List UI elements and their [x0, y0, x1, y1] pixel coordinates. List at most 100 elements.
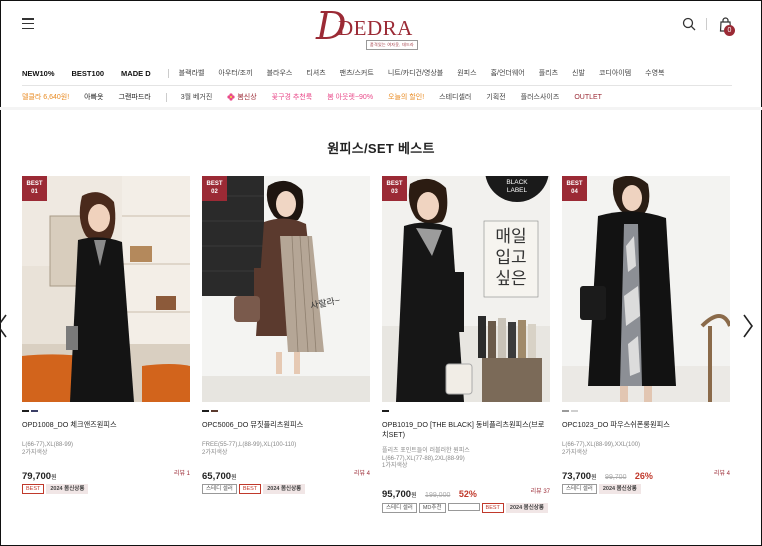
- discount-rate: 26%: [634, 471, 653, 481]
- price-value: 95,700: [382, 489, 412, 500]
- product-name[interactable]: OPC1023_DO 파우스쉬폰롱원피스: [562, 420, 730, 430]
- product-name[interactable]: OPB1019_DO [THE BLACK] 동비플리츠원피스(브로치SET): [382, 420, 550, 440]
- color-swatch[interactable]: [31, 410, 38, 412]
- review-count[interactable]: 리뷰 4: [354, 468, 370, 477]
- product-price: 65,700원: [202, 471, 237, 482]
- nav-category[interactable]: 니트/카디건/영상블: [388, 68, 443, 78]
- section-title: 원피스/SET 베스트: [327, 141, 435, 156]
- product-image[interactable]: BEST 02 사랄라~: [202, 176, 370, 402]
- color-count: 2가지색상: [202, 449, 228, 456]
- review-count[interactable]: 리뷰 4: [714, 468, 730, 477]
- product-photo: [382, 176, 550, 402]
- product-price: 79,700원: [22, 471, 57, 482]
- original-price: 99,700: [605, 474, 627, 481]
- overlay-text: 매일 입고 싶은: [485, 226, 537, 289]
- color-count: 1가지색상: [382, 463, 408, 469]
- tag-blank: [447, 503, 480, 511]
- product-name[interactable]: OPD1008_DO 체크앤즈원피스: [22, 420, 190, 430]
- product-photo: [562, 176, 730, 402]
- price-row: 95,700원 199,000 52% 리뷰 37: [382, 484, 550, 500]
- color-swatch[interactable]: [22, 410, 29, 412]
- product-card[interactable]: BEST 02 사랄라~ OPC5006_DO 뮤짓플리츠원피스 FREE(55…: [202, 176, 370, 494]
- menu-icon[interactable]: [22, 18, 34, 30]
- subnav-spring-new-label: 봄신상: [237, 94, 257, 101]
- color-count: 2가지색상: [22, 449, 48, 456]
- color-swatch[interactable]: [562, 410, 569, 412]
- discount-rate: 52%: [458, 489, 477, 499]
- nav-category[interactable]: 신발: [572, 68, 585, 78]
- review-count[interactable]: 리뷰 37: [531, 486, 550, 495]
- color-swatch[interactable]: [571, 410, 578, 412]
- subnav-today-sale[interactable]: 오늘의 할인!: [388, 92, 424, 102]
- product-card[interactable]: BEST 03 BLACK LABEL 매일 입고 싶은 OPB1019_DO …: [382, 176, 550, 513]
- color-swatches: [562, 410, 578, 412]
- tag-md-pick: MD추천: [418, 503, 446, 513]
- flower-icon: [227, 93, 235, 101]
- subnav-flower-look[interactable]: 꽃구경 추천룩: [272, 92, 313, 102]
- tag-spring-new: 2024 봄신상롱: [46, 484, 89, 494]
- subnav-exhibition[interactable]: 기획전: [486, 92, 505, 102]
- nav-best100[interactable]: BEST100: [72, 69, 105, 78]
- nav-category[interactable]: 팬츠/스커트: [340, 68, 374, 78]
- subnav-spring-outlet[interactable]: 봄 아웃렛~90%: [327, 92, 373, 102]
- currency: 원: [411, 493, 417, 499]
- review-count[interactable]: 리뷰 1: [174, 468, 190, 477]
- size-line: FREE(55-77),L(88-99),XL(100-110): [202, 442, 297, 448]
- tag-best: BEST: [238, 484, 262, 494]
- subnav-outlet[interactable]: OUTLET: [574, 94, 602, 101]
- tag-spring-new: 2024 봄신상롱: [505, 503, 548, 513]
- nav-new10[interactable]: NEW10%: [22, 69, 55, 78]
- nav-separator: [167, 68, 169, 78]
- nav-category[interactable]: 코디아이템: [599, 68, 631, 78]
- overlay-line: 입고: [495, 248, 527, 267]
- nav-category[interactable]: 원피스: [457, 68, 476, 78]
- product-name[interactable]: OPC5006_DO 뮤짓플리츠원피스: [202, 420, 370, 430]
- price-value: 79,700: [22, 471, 52, 482]
- product-price: 95,700원: [382, 489, 417, 500]
- nav-category[interactable]: 블라우스: [267, 68, 293, 78]
- best-badge-rank: 01: [31, 189, 38, 195]
- search-icon[interactable]: [682, 17, 696, 31]
- subnav-dad-clothes[interactable]: 아빠옷: [84, 92, 103, 102]
- product-card[interactable]: BEST 01 OPD1008_DO 체크앤즈원피스 L(66-77),XL(8…: [22, 176, 190, 494]
- product-photo: [22, 176, 190, 402]
- black-label-text: LABEL: [506, 187, 528, 194]
- subnav-steady-seller[interactable]: 스테디셀러: [439, 92, 471, 102]
- tag-steady-seller: 스테디 셀러: [562, 484, 597, 494]
- subnav-grandpa[interactable]: 그랜파드라: [119, 92, 151, 102]
- site-header: D DEDRA 품격있는 여자옷, 데드라 0: [0, 0, 762, 60]
- best-badge: BEST 02: [202, 176, 227, 201]
- brand-logo[interactable]: D DEDRA 품격있는 여자옷, 데드라: [316, 4, 436, 50]
- currency: 원: [51, 475, 57, 481]
- subnav-magazine[interactable]: 3월 베거진: [181, 92, 213, 102]
- subnav-sale[interactable]: 델클라 6,640원!: [22, 92, 69, 102]
- color-swatch[interactable]: [211, 410, 218, 412]
- chevron-left-icon[interactable]: [0, 313, 9, 339]
- best-badge-rank: 03: [391, 189, 398, 195]
- nav-category[interactable]: 아우터/조끼: [218, 68, 252, 78]
- subnav-plus-size[interactable]: 플러스사이즈: [521, 92, 560, 102]
- product-card[interactable]: BEST 04 OPC1023_DO 파우스쉬폰롱원피스 L(66-77),XL…: [562, 176, 730, 494]
- nav-category[interactable]: 티셔츠: [306, 68, 325, 78]
- chevron-right-icon[interactable]: [741, 313, 755, 339]
- product-image[interactable]: BEST 01: [22, 176, 190, 402]
- product-sizes: L(66-77),XL(88-99),XXL(100) 2가지색상: [562, 442, 730, 457]
- product-image[interactable]: BEST 04: [562, 176, 730, 402]
- nav-category[interactable]: 홈/언더웨어: [491, 68, 525, 78]
- tag-spring-new: 2024 봄신상롱: [598, 484, 641, 494]
- nav-category[interactable]: 플리츠: [539, 68, 558, 78]
- color-swatches: [202, 410, 218, 412]
- color-swatch[interactable]: [202, 410, 209, 412]
- currency: 원: [231, 475, 237, 481]
- subnav-spring-new[interactable]: 봄신상: [227, 92, 257, 102]
- tag-best: BEST: [22, 484, 45, 494]
- nav-made-d[interactable]: MADE D: [121, 69, 151, 78]
- nav-category[interactable]: 블랙라벨: [179, 68, 205, 78]
- product-image[interactable]: BEST 03 BLACK LABEL 매일 입고 싶은: [382, 176, 550, 402]
- nav-category[interactable]: 수영복: [645, 68, 664, 78]
- price-value: 65,700: [202, 471, 232, 482]
- logo-tagline: 품격있는 여자옷, 데드라: [366, 40, 419, 50]
- color-swatch[interactable]: [382, 410, 389, 412]
- tag-best: BEST: [481, 503, 504, 513]
- black-label-text: BLACK: [506, 179, 528, 186]
